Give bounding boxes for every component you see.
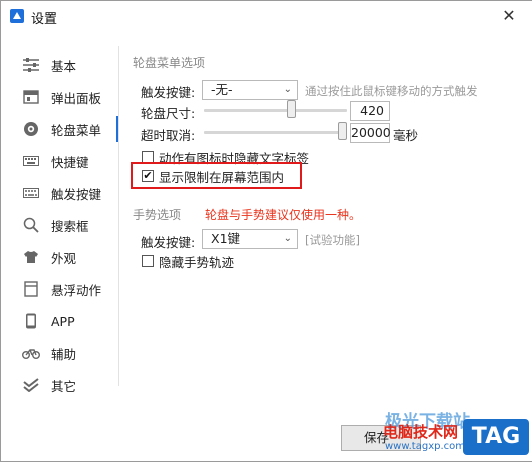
title-bar: 设置 ✕	[1, 1, 532, 32]
sidebar-item-label: APP	[51, 313, 75, 329]
sidebar-item-label: 基本	[51, 58, 77, 74]
chevron-down-icon: ⌄	[283, 233, 292, 244]
sidebar-item-label: 弹出面板	[51, 90, 102, 106]
sidebar-item-label: 悬浮动作	[51, 282, 102, 298]
float-window-icon	[19, 281, 43, 297]
timeout-input[interactable]: 20000	[350, 123, 391, 143]
watermark-url: www.tagxp.com	[385, 441, 465, 452]
sidebar-item-appearance[interactable]: 外观	[19, 243, 119, 271]
gesture-trigger-value: X1键	[211, 231, 241, 246]
phone-icon	[19, 313, 43, 329]
sidebar-item-label: 辅助	[51, 346, 77, 362]
sidebar-item-assist[interactable]: 辅助	[19, 339, 119, 367]
wheel-trigger-select[interactable]: -无- ⌄	[202, 80, 298, 100]
timeout-label: 超时取消:	[141, 128, 196, 143]
gesture-section-title: 手势选项	[133, 208, 182, 222]
wheel-icon	[19, 121, 43, 137]
sidebar-item-app[interactable]: APP	[19, 307, 119, 335]
chevron-down-icon: ⌄	[283, 84, 292, 95]
wheel-size-slider-track[interactable]	[204, 109, 347, 112]
shirt-icon	[19, 249, 43, 265]
sliders-icon	[19, 57, 43, 73]
sidebar-item-label: 触发按键	[51, 186, 102, 202]
wheel-size-label: 轮盘尺寸:	[141, 106, 196, 121]
sidebar-item-label: 外观	[51, 250, 77, 266]
wheel-trigger-hint: 通过按住此鼠标键移动的方式触发	[305, 84, 478, 98]
close-button[interactable]: ✕	[486, 1, 532, 32]
sidebar-item-label: 搜索框	[51, 218, 89, 234]
window-title: 设置	[31, 12, 58, 27]
sidebar-item-popup-panel[interactable]: 弹出面板	[19, 83, 119, 111]
hide-trail-checkbox[interactable]	[142, 255, 154, 267]
sidebar-item-label: 其它	[51, 378, 77, 394]
hide-trail-label: 隐藏手势轨迹	[159, 255, 235, 270]
sidebar-item-float-action[interactable]: 悬浮动作	[19, 275, 119, 303]
wheel-size-input[interactable]: 420	[350, 101, 390, 121]
sidebar-item-shortcuts[interactable]: 快捷键	[19, 147, 119, 175]
keyboard-icon	[19, 153, 43, 169]
sidebar-item-label: 轮盘菜单	[51, 122, 102, 138]
gesture-trigger-label: 触发按键:	[141, 235, 196, 250]
close-icon: ✕	[502, 6, 516, 25]
sidebar-item-basic[interactable]: 基本	[19, 51, 119, 79]
sidebar-item-wheel-menu[interactable]: 轮盘菜单	[19, 115, 119, 143]
gesture-trigger-hint: [试验功能]	[305, 233, 360, 247]
sidebar: 基本 弹出面板 轮盘菜单 快捷键 触发按键 搜索框 外观 悬浮动作 APP 辅助…	[1, 32, 121, 461]
timeout-slider-track[interactable]	[204, 131, 347, 134]
wheel-trigger-label: 触发按键:	[141, 85, 196, 100]
wheel-size-slider-thumb[interactable]	[287, 100, 297, 118]
panel-icon	[19, 89, 43, 105]
sidebar-item-label: 快捷键	[51, 154, 89, 170]
watermark-logo: TAG	[463, 419, 529, 455]
sidebar-item-trigger-keys[interactable]: 触发按键	[19, 179, 119, 207]
sidebar-item-other[interactable]: 其它	[19, 371, 119, 399]
highlight-annotation-box	[131, 162, 302, 189]
settings-window: 设置 ✕ 基本 弹出面板 轮盘菜单 快捷键 触发按键 搜索框 外观 悬浮动作 A…	[0, 0, 532, 462]
timeout-slider-thumb[interactable]	[338, 122, 347, 140]
wheel-menu-section-title: 轮盘菜单选项	[133, 56, 206, 70]
app-icon	[10, 9, 24, 23]
watermark-title: 电脑技术网	[383, 423, 459, 441]
search-icon	[19, 217, 43, 233]
wheel-trigger-value: -无-	[211, 82, 233, 97]
gesture-trigger-select[interactable]: X1键 ⌄	[202, 229, 298, 249]
timeout-unit: 毫秒	[393, 128, 419, 143]
bicycle-icon	[19, 345, 43, 361]
sidebar-item-search-box[interactable]: 搜索框	[19, 211, 119, 239]
keyboard-trigger-icon	[19, 185, 43, 201]
sidebar-divider	[118, 46, 119, 386]
double-check-icon	[19, 377, 43, 393]
gesture-warning: 轮盘与手势建议仅使用一种。	[205, 208, 362, 222]
